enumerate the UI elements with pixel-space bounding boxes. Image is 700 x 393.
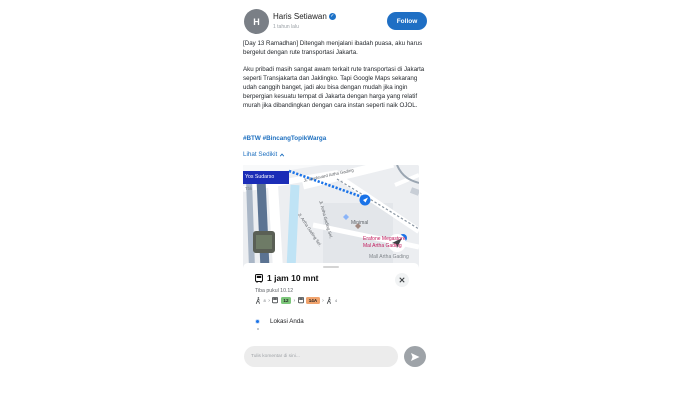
post-time: 1 tahun lalu	[273, 24, 299, 30]
map-poi-label: Mall Artha Gading	[369, 254, 409, 260]
map-poi-label: Minimal	[351, 220, 369, 226]
walk-icon	[255, 297, 260, 304]
send-icon	[411, 352, 420, 361]
walk-icon	[327, 297, 332, 304]
map-view: Yos Sudarso Tbk Jl. Boulevard Artha Gadi…	[243, 165, 419, 270]
route-steps: 8 › 12 › 14A › 4	[255, 296, 337, 305]
directions-sheet: 1 jam 10 mnt Tiba pukul 10.12 8 › 12 › 1…	[243, 263, 419, 337]
map-poi-label: Erafone Megastore	[363, 236, 406, 242]
bus-icon	[272, 297, 279, 304]
post-paragraph: Aku pribadi masih sangat awam terkait ru…	[243, 66, 425, 109]
location-dot-icon	[255, 319, 260, 324]
avatar[interactable]: H	[244, 9, 269, 34]
map-area-label: Yos Sudarso	[245, 174, 275, 180]
origin-label[interactable]: Lokasi Anda	[270, 318, 304, 325]
map-poi-label: Tbk	[245, 186, 253, 191]
post-body: [Day 13 Ramadhan] Ditengah menjalani iba…	[243, 40, 427, 119]
post-header: H Haris Setiawan ✓ 1 tahun lalu Follow	[243, 9, 427, 35]
hashtags[interactable]: #BTW #BincangTopikWarga	[243, 135, 326, 142]
close-icon	[399, 277, 405, 283]
walk-minutes: 8	[263, 298, 266, 303]
bus-icon	[297, 297, 304, 304]
post-image-map[interactable]: Yos Sudarso Tbk Jl. Boulevard Artha Gadi…	[243, 165, 419, 337]
chevron-up-icon	[280, 152, 285, 157]
follow-button[interactable]: Follow	[387, 12, 427, 30]
sheet-grabber[interactable]	[323, 266, 339, 268]
trip-duration: 1 jam 10 mnt	[255, 273, 319, 283]
author-name[interactable]: Haris Setiawan ✓	[273, 12, 336, 21]
chevron-right-icon: ›	[268, 297, 270, 304]
show-less-label[interactable]: Lihat Sedikit	[243, 151, 277, 158]
comment-placeholder: Tulis komentar di sini...	[251, 354, 300, 359]
chevron-right-icon: ›	[322, 297, 324, 304]
post-paragraph: [Day 13 Ramadhan] Ditengah menjalani iba…	[243, 40, 423, 56]
route-badge-14a[interactable]: 14A	[306, 297, 320, 304]
duration-text: 1 jam 10 mnt	[267, 273, 319, 283]
route-dot-icon	[256, 328, 259, 330]
comment-input[interactable]: Tulis komentar di sini...	[244, 346, 398, 367]
chevron-right-icon: ›	[293, 297, 296, 304]
map-poi-label: Mal Artha Gading	[363, 243, 402, 249]
verified-icon: ✓	[328, 13, 336, 21]
bus-icon	[255, 273, 263, 283]
send-button[interactable]	[404, 346, 426, 367]
arrival-time: Tiba pukul 10.12	[255, 288, 294, 294]
route-badge-12[interactable]: 12	[280, 297, 292, 304]
author-name-text[interactable]: Haris Setiawan	[273, 12, 327, 21]
walk-minutes: 4	[334, 298, 338, 303]
show-less-link[interactable]: Lihat Sedikit	[243, 151, 285, 158]
close-button[interactable]	[395, 273, 409, 287]
